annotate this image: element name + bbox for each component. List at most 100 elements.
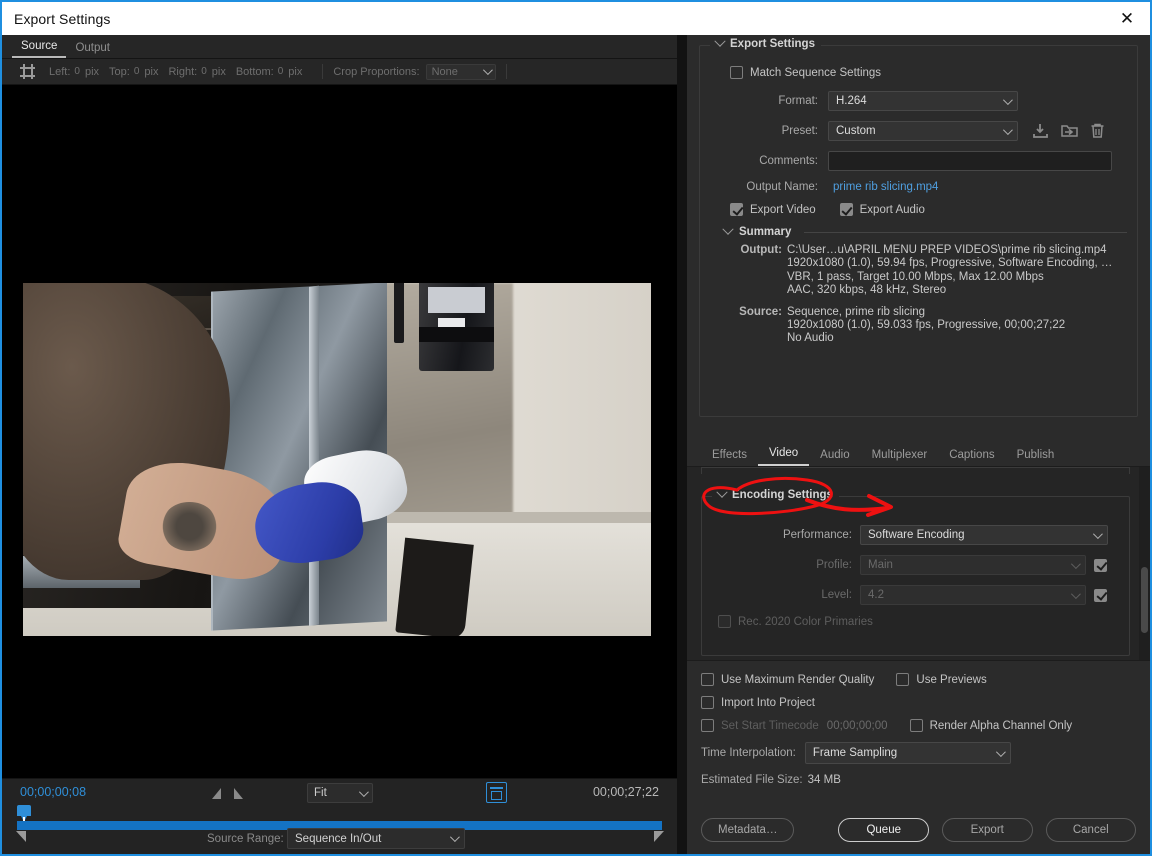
out-point-marker[interactable] bbox=[654, 831, 664, 842]
format-select[interactable]: H.264 bbox=[828, 91, 1018, 111]
preset-label: Preset: bbox=[781, 125, 818, 137]
render-alpha-label: Render Alpha Channel Only bbox=[929, 719, 1073, 732]
source-range-select[interactable]: Sequence In/Out bbox=[287, 828, 465, 849]
mark-out-icon[interactable] bbox=[234, 788, 243, 799]
tab-multiplexer[interactable]: Multiplexer bbox=[861, 449, 939, 466]
level-auto-checkbox[interactable] bbox=[1094, 588, 1107, 602]
import-into-project-checkbox[interactable] bbox=[701, 696, 714, 709]
tab-publish[interactable]: Publish bbox=[1006, 449, 1066, 466]
video-settings-scroll-area[interactable]: Encoding Settings Performance: Software … bbox=[687, 467, 1150, 660]
rec2020-checkbox[interactable] bbox=[718, 615, 731, 628]
tab-effects[interactable]: Effects bbox=[701, 449, 758, 466]
tab-audio[interactable]: Audio bbox=[809, 449, 860, 466]
toolbar-separator-2 bbox=[505, 64, 507, 79]
tab-video[interactable]: Video bbox=[757, 447, 810, 466]
export-settings-section: Export Settings Match Sequence Settings … bbox=[687, 35, 1150, 440]
timeline-track-area[interactable] bbox=[2, 805, 677, 842]
crop-right-value[interactable]: 0 bbox=[201, 66, 207, 77]
export-settings-group-title[interactable]: Export Settings bbox=[710, 35, 821, 50]
crop-bottom-label: Bottom: bbox=[235, 65, 274, 78]
scrollbar-thumb[interactable] bbox=[1141, 567, 1148, 633]
source-range-value: Sequence In/Out bbox=[295, 832, 382, 845]
source-range-label: Source Range: bbox=[207, 833, 284, 845]
rec2020-label: Rec. 2020 Color Primaries bbox=[738, 615, 873, 628]
summary-source-line: 1920x1080 (1.0), 59.033 fps, Progressive… bbox=[787, 319, 1066, 332]
delete-preset-icon[interactable] bbox=[1090, 123, 1105, 139]
crop-top-value[interactable]: 0 bbox=[134, 66, 140, 77]
tab-output[interactable]: Output bbox=[66, 42, 119, 58]
summary-output-line: AAC, 320 kbps, 48 kHz, Stereo bbox=[787, 284, 947, 297]
output-name-label: Output Name: bbox=[746, 181, 818, 193]
comments-input[interactable] bbox=[828, 151, 1112, 171]
crop-proportions-value: None bbox=[431, 65, 458, 78]
comments-field[interactable] bbox=[829, 153, 1111, 171]
timeline-toolbar: 00;00;00;08 Fit 00;00;27;22 bbox=[2, 779, 677, 807]
chevron-down-icon bbox=[482, 65, 493, 76]
summary-header[interactable]: Summary bbox=[722, 223, 1127, 238]
dialog-buttons: Metadata… Queue Export Cancel bbox=[687, 818, 1150, 842]
preset-select[interactable]: Custom bbox=[828, 121, 1018, 141]
chevron-down-icon bbox=[1002, 124, 1013, 135]
export-button[interactable]: Export bbox=[941, 818, 1033, 842]
render-alpha-checkbox[interactable] bbox=[909, 719, 923, 732]
time-interpolation-label: Time Interpolation: bbox=[701, 747, 796, 759]
tab-captions[interactable]: Captions bbox=[938, 449, 1005, 466]
export-audio-checkbox[interactable] bbox=[839, 203, 853, 216]
output-name-link[interactable]: prime rib slicing.mp4 bbox=[833, 181, 938, 193]
source-timeline: 00;00;00;08 Fit 00;00;27;22 Source Range… bbox=[2, 778, 677, 854]
crop-toolbar: Left: 0 pix Top: 0 pix Right: 0 pix Bott… bbox=[2, 59, 677, 85]
match-sequence-checkbox[interactable] bbox=[730, 66, 743, 79]
cancel-button[interactable]: Cancel bbox=[1045, 818, 1137, 842]
render-quality-row: Use Maximum Render Quality Use Previews bbox=[701, 673, 1136, 686]
panel-divider[interactable] bbox=[677, 35, 687, 854]
match-sequence-label: Match Sequence Settings bbox=[750, 66, 882, 79]
use-previews-checkbox[interactable] bbox=[896, 673, 910, 686]
crop-proportions-select[interactable]: None bbox=[425, 63, 496, 80]
metadata-button[interactable]: Metadata… bbox=[701, 818, 795, 842]
estimated-size-label: Estimated File Size: bbox=[701, 774, 803, 786]
export-options-section: Use Maximum Render Quality Use Previews … bbox=[687, 660, 1150, 854]
save-preset-icon[interactable] bbox=[1032, 123, 1049, 139]
set-start-timecode-checkbox[interactable] bbox=[701, 719, 714, 732]
zoom-level-value: Fit bbox=[314, 787, 327, 799]
current-timecode[interactable]: 00;00;00;08 bbox=[20, 785, 86, 799]
crop-bottom-unit: pix bbox=[288, 65, 303, 78]
start-timecode-value[interactable]: 00;00;00;00 bbox=[827, 720, 888, 732]
estimated-size-value: 34 MB bbox=[807, 774, 841, 786]
queue-button[interactable]: Queue bbox=[838, 818, 929, 842]
crop-right-label: Right: bbox=[168, 65, 198, 78]
time-interpolation-select[interactable]: Frame Sampling bbox=[804, 742, 1011, 764]
level-value: 4.2 bbox=[868, 589, 884, 601]
chevron-down-icon bbox=[722, 223, 734, 235]
start-timecode-row: Set Start Timecode 00;00;00;00 Render Al… bbox=[701, 719, 1136, 732]
crop-icon[interactable] bbox=[20, 64, 35, 79]
mark-in-icon[interactable] bbox=[212, 788, 221, 799]
export-video-checkbox[interactable] bbox=[730, 203, 743, 216]
performance-row: Performance: Software Encoding bbox=[712, 525, 1119, 545]
title-bar: Export Settings ✕ bbox=[2, 2, 1150, 35]
max-render-quality-checkbox[interactable] bbox=[701, 673, 714, 686]
match-sequence-row[interactable]: Match Sequence Settings bbox=[730, 66, 1127, 79]
zoom-level-select[interactable]: Fit bbox=[307, 783, 373, 803]
export-settings-panel: Export Settings Match Sequence Settings … bbox=[687, 35, 1150, 854]
summary-output-block: Output: C:\User…u\APRIL MENU PREP VIDEOS… bbox=[724, 244, 1127, 298]
import-project-row: Import Into Project bbox=[701, 696, 1136, 709]
tab-source[interactable]: Source bbox=[12, 40, 67, 58]
crop-bottom-value[interactable]: 0 bbox=[278, 66, 284, 77]
video-preview-area[interactable] bbox=[2, 85, 677, 804]
performance-select[interactable]: Software Encoding bbox=[860, 525, 1108, 545]
oven-door-handle bbox=[395, 537, 474, 636]
profile-auto-checkbox[interactable] bbox=[1094, 558, 1107, 572]
close-icon[interactable]: ✕ bbox=[1104, 2, 1150, 35]
level-select[interactable]: 4.2 bbox=[860, 585, 1086, 605]
in-point-marker[interactable] bbox=[16, 831, 26, 842]
crop-left-value[interactable]: 0 bbox=[74, 66, 80, 77]
crop-top-label: Top: bbox=[109, 65, 130, 78]
encoding-settings-group-title[interactable]: Encoding Settings bbox=[712, 486, 839, 501]
time-interpolation-value: Frame Sampling bbox=[812, 747, 898, 759]
aspect-ratio-icon[interactable] bbox=[486, 782, 507, 803]
profile-select[interactable]: Main bbox=[860, 555, 1086, 575]
import-preset-icon[interactable] bbox=[1061, 123, 1078, 139]
chevron-down-icon bbox=[995, 746, 1006, 757]
summary-source-label: Source: bbox=[739, 305, 782, 318]
